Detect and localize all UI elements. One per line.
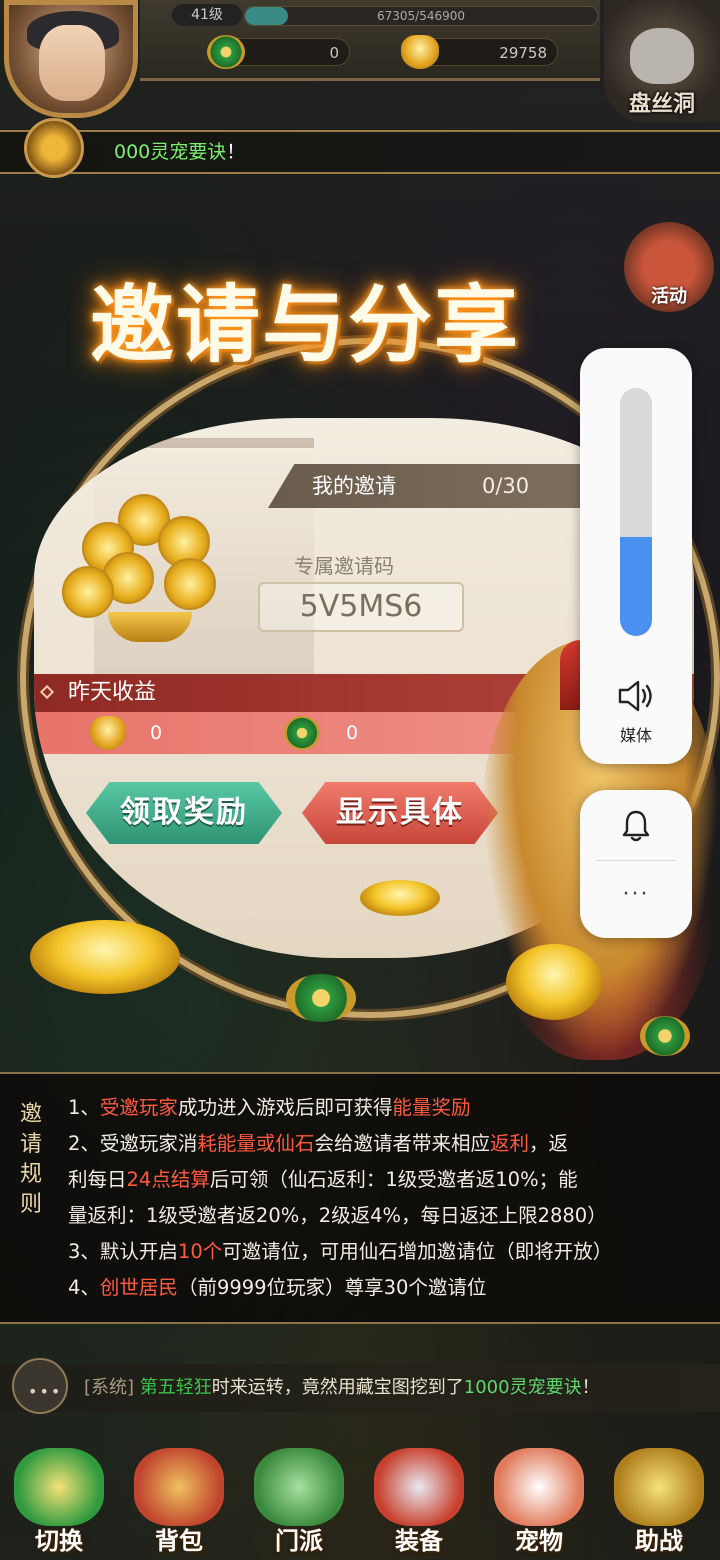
jade-coin-decoration	[286, 974, 356, 1022]
rule-3: 3、默认开启10个可邀请位，可用仙石增加邀请位（即将开放）	[68, 1240, 613, 1263]
rule-4: 4、创世居民（前9999位玩家）尊享30个邀请位	[68, 1276, 487, 1299]
player-level: 41级	[172, 4, 242, 26]
gold-coin-decoration	[506, 944, 602, 1020]
volume-slider[interactable]	[620, 388, 652, 636]
nav-bag[interactable]: 背包	[120, 1440, 238, 1560]
rule-1: 1、受邀玩家成功进入游戏后即可获得能量奖励	[68, 1096, 471, 1119]
rules-title: 邀请规则	[19, 1102, 42, 1217]
invite-code-label: 专属邀请码	[294, 554, 394, 578]
volume-slider-fill	[620, 536, 652, 636]
gold-ingot-icon	[90, 716, 126, 750]
currency-green-display[interactable]: 0	[207, 35, 350, 69]
jade-coin-icon	[284, 716, 320, 750]
exp-bar: 67305/546900	[244, 6, 598, 26]
dungeon-button[interactable]: 盘丝洞	[604, 0, 720, 122]
sect-icon	[254, 1448, 344, 1526]
show-details-button[interactable]: 显示具体	[302, 782, 498, 844]
invite-rules-panel: 邀请规则 1、受邀玩家成功进入游戏后即可获得能量奖励 2、受邀玩家消耗能量或仙石…	[0, 1072, 720, 1324]
nav-equip[interactable]: 装备	[360, 1440, 478, 1560]
announcement-bar: 000灵宠要诀！	[0, 118, 720, 178]
gold-ingot-decoration	[360, 880, 440, 916]
more-options-button[interactable]: ···	[580, 882, 692, 907]
equip-icon	[374, 1448, 464, 1526]
jade-coin-icon	[207, 35, 245, 69]
earn-green-value: 0	[346, 722, 359, 744]
nav-pet[interactable]: 宠物	[480, 1440, 598, 1560]
rule-2: 2、受邀玩家消耗能量或仙石会给邀请者带来相应返利，返	[68, 1132, 568, 1155]
nav-assist[interactable]: 助战	[600, 1440, 718, 1560]
diamond-icon	[39, 684, 55, 700]
announcement-text: 000灵宠要诀！	[114, 141, 246, 163]
invite-code-box[interactable]: 5V5MS6	[258, 582, 464, 632]
ringer-panel: ···	[580, 790, 692, 938]
switch-icon	[14, 1448, 104, 1526]
bell-icon[interactable]	[618, 808, 654, 844]
nav-sect[interactable]: 门派	[240, 1440, 358, 1560]
bag-icon	[134, 1448, 224, 1526]
system-chat-bar[interactable]: ••• [系统] 第五轻狂时来运转，竟然用藏宝图挖到了1000灵宠要诀！	[0, 1358, 720, 1414]
my-invites-label: 我的邀请	[312, 474, 396, 498]
money-tree-icon	[62, 494, 232, 654]
volume-panel: 媒体	[580, 348, 692, 764]
skull-icon	[630, 28, 694, 84]
bottom-nav: 切换 背包 门派 装备 宠物 助战	[0, 1440, 720, 1560]
claim-reward-button[interactable]: 领取奖励	[86, 782, 282, 844]
earn-gold-value: 0	[150, 722, 163, 744]
player-avatar[interactable]	[4, 0, 138, 118]
speaker-icon[interactable]	[616, 678, 656, 714]
exp-text: 67305/546900	[376, 9, 466, 23]
invite-title: 邀请与分享	[90, 275, 521, 374]
gold-pile-decoration	[30, 920, 180, 994]
volume-label: 媒体	[619, 726, 652, 745]
assist-icon	[614, 1448, 704, 1526]
dungeon-label: 盘丝洞	[628, 92, 695, 117]
gold-ingot-icon	[401, 35, 439, 69]
nav-switch[interactable]: 切换	[0, 1440, 118, 1560]
chat-bubble-icon[interactable]: •••	[12, 1358, 68, 1414]
my-invites-count: 0/30	[482, 474, 530, 498]
rules-list: 1、受邀玩家成功进入游戏后即可获得能量奖励 2、受邀玩家消耗能量或仙石会给邀请者…	[68, 1090, 712, 1306]
currency-gold-display[interactable]: 29758	[401, 35, 558, 69]
rule-2-cont: 量返利：1级受邀者返20%，2级返4%，每日返还上限2880）	[68, 1204, 607, 1227]
event-button[interactable]: 活动	[624, 222, 714, 312]
pet-icon	[494, 1448, 584, 1526]
megaphone-icon[interactable]	[24, 118, 84, 178]
chat-message: [系统] 第五轻狂时来运转，竟然用藏宝图挖到了1000灵宠要诀！	[84, 1377, 600, 1398]
jade-coin-decoration	[640, 1016, 690, 1056]
rule-2-cont: 利每日24点结算后可领（仙石返利：1级受邀者返10%；能	[68, 1168, 578, 1191]
